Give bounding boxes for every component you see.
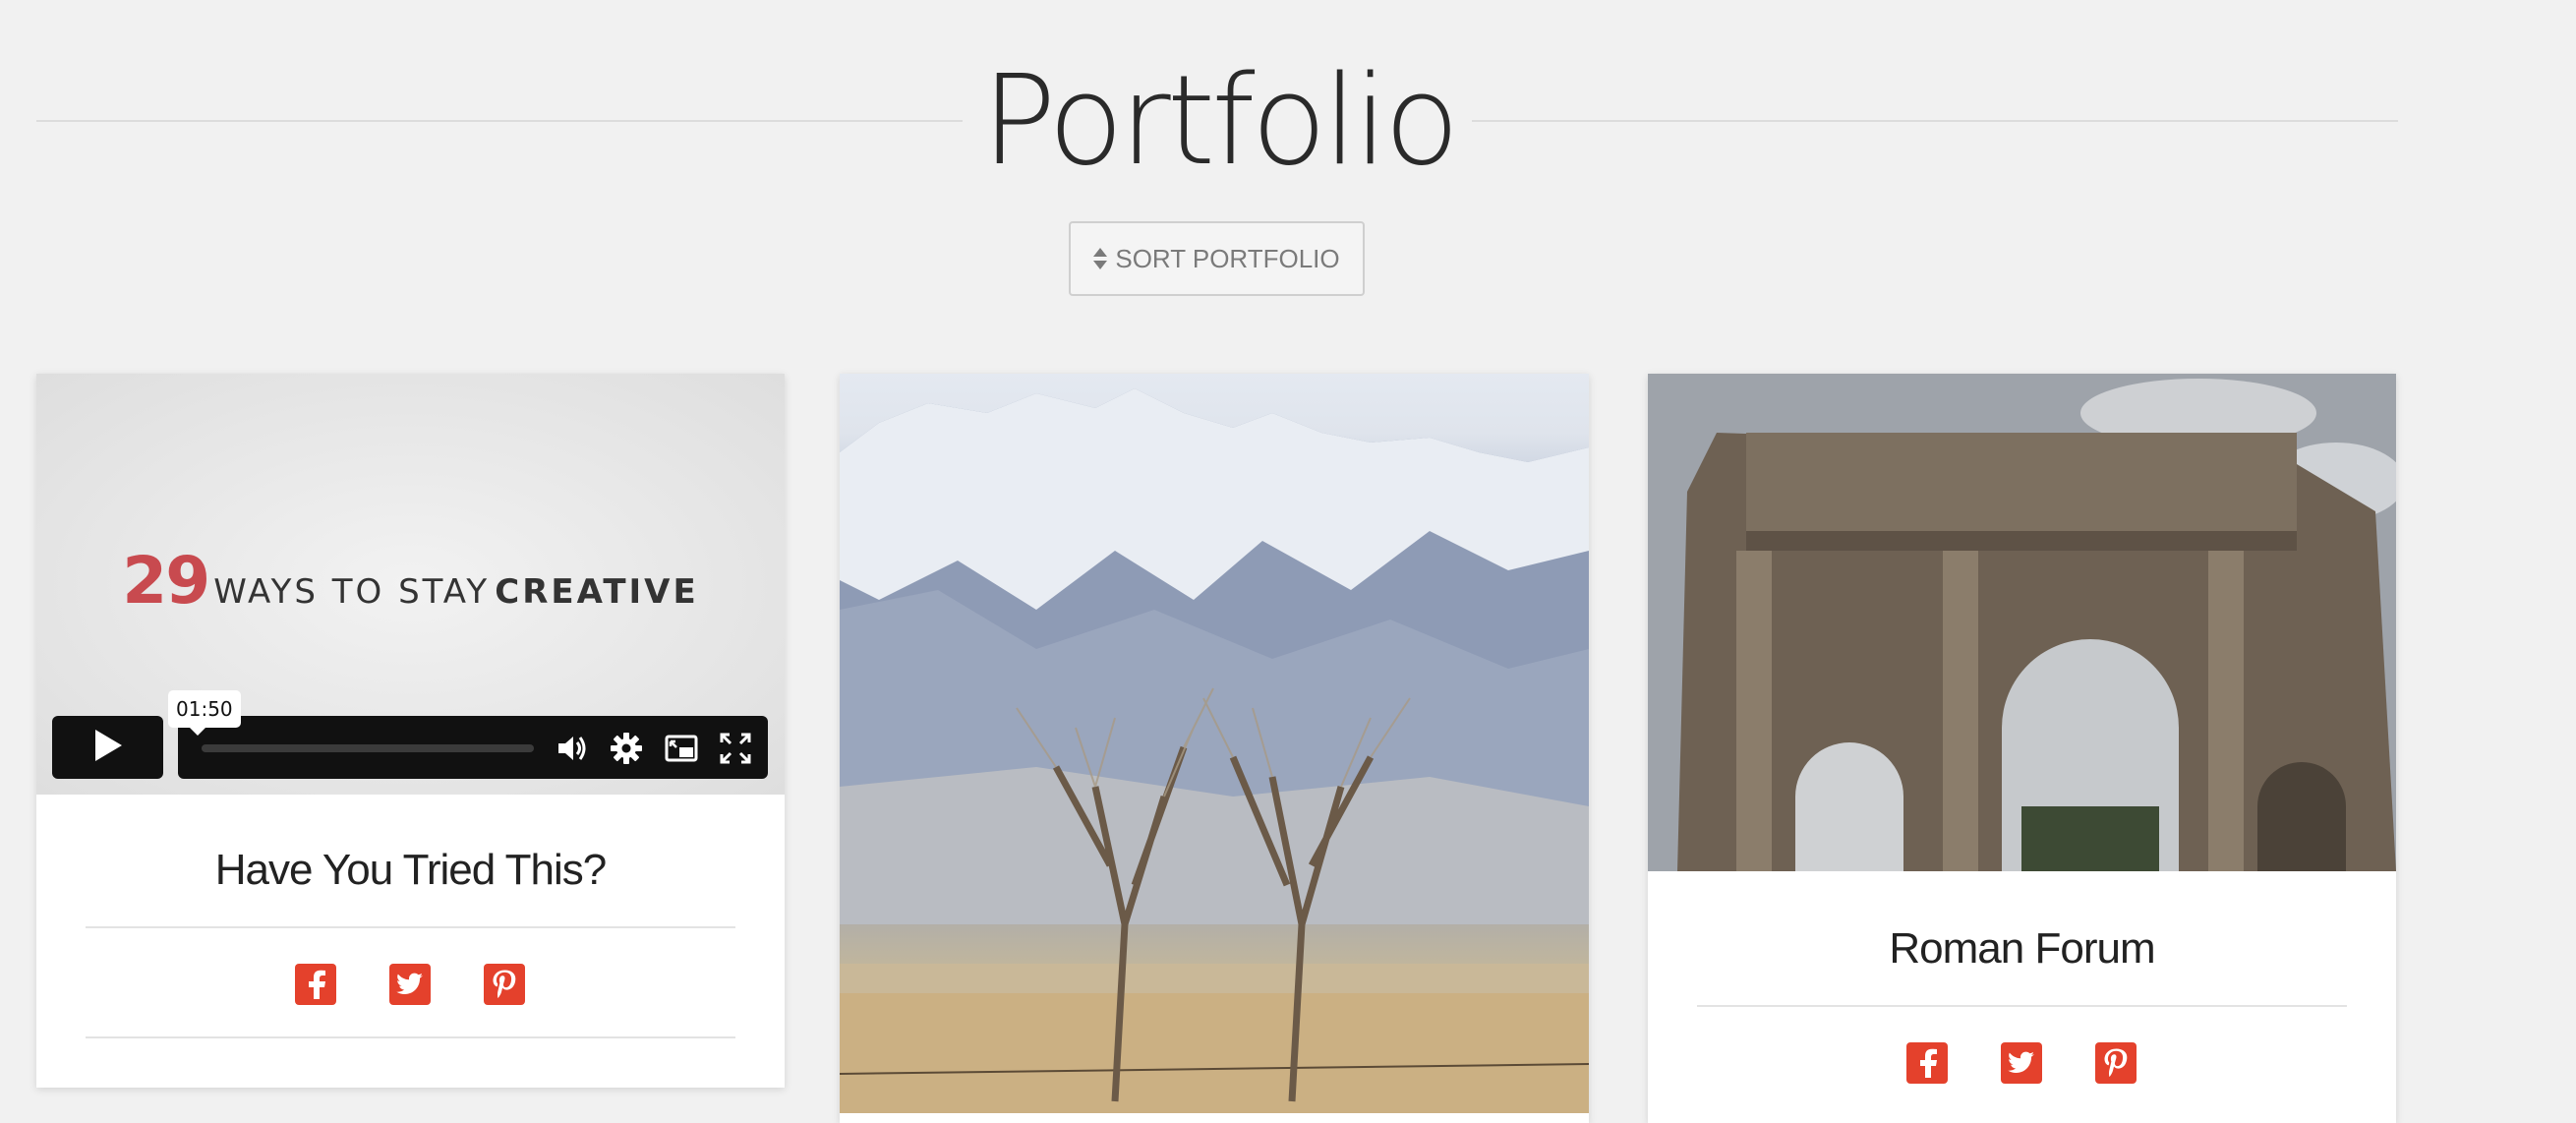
settings-icon[interactable]	[610, 732, 643, 765]
card-title[interactable]: Roman Forum	[1648, 924, 2396, 974]
portfolio-card-video: 29 WAYS TO STAY CREATIVE 01:50 Have You …	[36, 374, 785, 1088]
twitter-icon[interactable]	[389, 964, 431, 1005]
sort-icon	[1093, 248, 1108, 269]
portfolio-card-roman-forum: Roman Forum	[1648, 374, 2396, 1123]
card-divider-bottom	[86, 1036, 735, 1038]
card-divider-top	[1697, 1005, 2347, 1007]
portfolio-page: Portfolio SORT PORTFOLIO 29 WAYS TO STAY…	[0, 0, 2576, 1123]
video-player[interactable]: 29 WAYS TO STAY CREATIVE 01:50	[36, 374, 785, 795]
video-heading-strong: CREATIVE	[495, 572, 699, 612]
pinterest-icon[interactable]	[2095, 1042, 2137, 1084]
video-heading-text: WAYS TO STAY	[213, 572, 491, 612]
mountain-image[interactable]	[840, 374, 1589, 1113]
video-heading: 29 WAYS TO STAY CREATIVE	[36, 543, 785, 619]
card-divider-top	[86, 926, 735, 928]
pinterest-icon[interactable]	[484, 964, 525, 1005]
share-row	[1906, 1042, 2137, 1084]
play-icon	[93, 729, 123, 767]
pip-icon[interactable]	[665, 732, 698, 765]
video-heading-number: 29	[122, 543, 210, 619]
fullscreen-icon[interactable]	[719, 732, 752, 765]
card-title[interactable]: Have You Tried This?	[36, 846, 785, 895]
sort-portfolio-label: SORT PORTFOLIO	[1115, 243, 1340, 273]
twitter-icon[interactable]	[2001, 1042, 2042, 1084]
roman-arch-image[interactable]	[1648, 374, 2396, 871]
portfolio-card-mountains	[840, 374, 1589, 1123]
volume-icon[interactable]	[556, 732, 589, 765]
facebook-icon[interactable]	[295, 964, 336, 1005]
page-title: Portfolio	[981, 48, 1459, 193]
play-button[interactable]	[52, 716, 163, 779]
video-time-tooltip: 01:50	[168, 690, 241, 736]
share-row	[295, 964, 525, 1005]
facebook-icon[interactable]	[1906, 1042, 1948, 1084]
video-progress-bar[interactable]	[202, 744, 534, 752]
video-controls	[178, 716, 768, 779]
sort-portfolio-button[interactable]: SORT PORTFOLIO	[1069, 221, 1365, 296]
